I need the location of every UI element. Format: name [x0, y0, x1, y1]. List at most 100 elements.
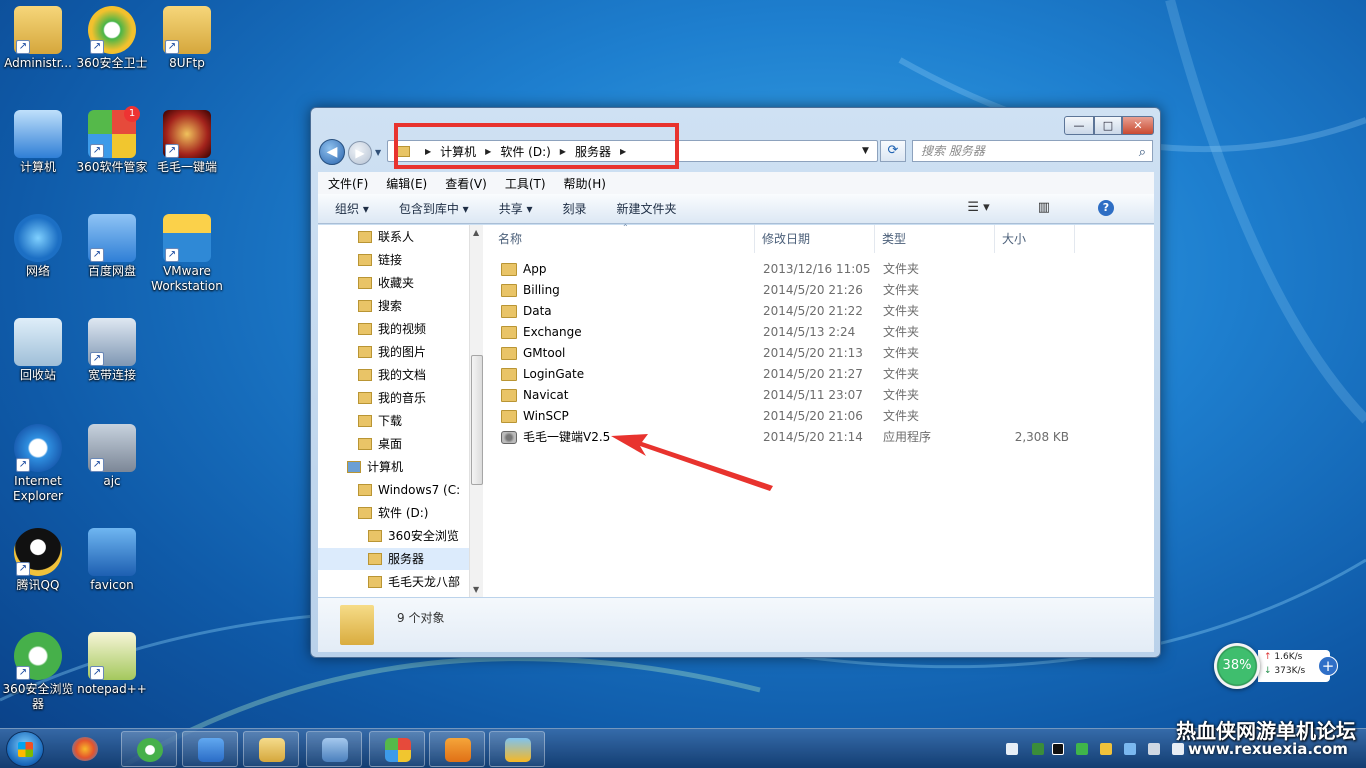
scroll-up-icon[interactable]: ▲: [473, 228, 479, 237]
nav-item-label: Windows7 (C:: [378, 483, 461, 497]
nav-item[interactable]: 收藏夹: [318, 272, 469, 294]
desktop-icon[interactable]: ↗ 360安全卫士: [74, 6, 150, 71]
shortcut-arrow-icon: ↗: [90, 352, 104, 366]
nav-item[interactable]: Windows7 (C:: [318, 479, 469, 501]
app-tray-icon[interactable]: [1052, 743, 1064, 755]
column-date-modified[interactable]: 修改日期: [755, 225, 875, 253]
desktop-icon[interactable]: 计算机: [0, 110, 76, 175]
scroll-down-icon[interactable]: ▼: [473, 585, 479, 594]
nav-item[interactable]: 360安全浏览: [318, 525, 469, 547]
desktop-icon[interactable]: ↗ Internet Explorer: [0, 424, 76, 504]
desktop-icon[interactable]: 网络: [0, 214, 76, 279]
nav-item[interactable]: 桌面: [318, 433, 469, 455]
file-type: 文件夹: [883, 388, 920, 402]
organize-button[interactable]: 组织 ▾: [335, 200, 369, 217]
taskbar-360-software-manager[interactable]: [369, 731, 425, 767]
desktop-icon[interactable]: ↗ 腾讯QQ: [0, 528, 76, 593]
nav-item[interactable]: 我的音乐: [318, 387, 469, 409]
taskbar-explorer[interactable]: [243, 731, 299, 767]
desktop-icon[interactable]: 回收站: [0, 318, 76, 383]
add-icon[interactable]: +: [1318, 656, 1338, 676]
navigation-scrollbar[interactable]: ▲ ▼: [469, 225, 483, 597]
file-row[interactable]: App 2013/12/16 11:05 文件夹: [498, 259, 1098, 280]
nav-item[interactable]: 我的图片: [318, 341, 469, 363]
nav-item[interactable]: 我的文档: [318, 364, 469, 386]
security-icon[interactable]: [1032, 743, 1044, 755]
share-button[interactable]: 共享 ▾: [499, 200, 533, 217]
nav-item[interactable]: 联系人: [318, 226, 469, 248]
nav-item[interactable]: 软件 (D:): [318, 502, 469, 524]
taskbar-360-browser[interactable]: [57, 731, 113, 767]
nav-item[interactable]: 服务器: [318, 548, 469, 570]
search-input[interactable]: 搜索 服务器 ⌕: [912, 140, 1153, 162]
desktop-icon[interactable]: ↗ 8UFtp: [149, 6, 225, 71]
360-browser-icon: ↗: [14, 632, 62, 680]
search-icon[interactable]: ⌕: [1139, 143, 1146, 163]
shortcut-arrow-icon: ↗: [165, 144, 179, 158]
network-speed-widget[interactable]: ↑ 1.6K/s ↓ 373K/s 38% +: [1214, 643, 1342, 689]
desktop-icon[interactable]: ↗ VMware Workstation: [149, 214, 225, 294]
minimize-button[interactable]: —: [1064, 116, 1094, 135]
preview-pane-icon[interactable]: ▥: [1038, 200, 1050, 216]
desktop-icon[interactable]: ↗ 360安全浏览器: [0, 632, 76, 712]
file-row[interactable]: WinSCP 2014/5/20 21:06 文件夹: [498, 406, 1098, 427]
menu-file[interactable]: 文件(F): [328, 175, 368, 192]
file-row[interactable]: Billing 2014/5/20 21:26 文件夹: [498, 280, 1098, 301]
nav-item[interactable]: 我的视频: [318, 318, 469, 340]
burn-button[interactable]: 刻录: [563, 200, 587, 217]
desktop-icon[interactable]: ↗ ajc: [74, 424, 150, 489]
close-button[interactable]: ✕: [1122, 116, 1154, 135]
file-row[interactable]: 毛毛一键端V2.5 2014/5/20 21:14 应用程序 2,308 KB: [498, 427, 1098, 448]
network-icon[interactable]: [1172, 743, 1184, 755]
taskbar-remote-app[interactable]: [306, 731, 362, 767]
include-in-library-button[interactable]: 包含到库中 ▾: [399, 200, 469, 217]
file-row[interactable]: Data 2014/5/20 21:22 文件夹: [498, 301, 1098, 322]
content-area: 联系人 链接 收藏夹 搜索 我的视频 我的图片 我的文档 我的音乐 下载 桌面 计算机 Windows…: [318, 223, 1154, 597]
nav-item[interactable]: 链接: [318, 249, 469, 271]
nav-item[interactable]: 计算机: [318, 456, 469, 478]
refresh-button[interactable]: ⟳: [880, 140, 906, 162]
tray-360-icon[interactable]: [1076, 743, 1088, 755]
menu-edit[interactable]: 编辑(E): [386, 175, 427, 192]
memory-usage-badge[interactable]: 38%: [1214, 643, 1260, 689]
desktop-icon[interactable]: ↗ 1 360软件管家: [74, 106, 150, 175]
taskbar-360-safe-browser[interactable]: [121, 731, 177, 767]
taskbar-baidu-netdisk[interactable]: [182, 731, 238, 767]
nav-item[interactable]: 下载: [318, 410, 469, 432]
tray-update-icon[interactable]: [1100, 743, 1112, 755]
file-row[interactable]: Navicat 2014/5/11 23:07 文件夹: [498, 385, 1098, 406]
new-folder-button[interactable]: 新建文件夹: [617, 200, 677, 217]
maximize-button[interactable]: □: [1094, 116, 1122, 135]
desktop-icon[interactable]: favicon: [74, 528, 150, 593]
view-options-icon[interactable]: ☰ ▾: [967, 200, 989, 216]
desktop-icon[interactable]: ↗ 毛毛一键端: [149, 110, 225, 175]
file-row[interactable]: LoginGate 2014/5/20 21:27 文件夹: [498, 364, 1098, 385]
tray-settings-icon[interactable]: [1148, 743, 1160, 755]
menu-view[interactable]: 查看(V): [445, 175, 487, 192]
address-dropdown-icon[interactable]: ▼: [862, 146, 869, 156]
desktop-icon[interactable]: ↗ Administr...: [0, 6, 76, 71]
menu-tools[interactable]: 工具(T): [505, 175, 546, 192]
file-row[interactable]: Exchange 2014/5/13 2:24 文件夹: [498, 322, 1098, 343]
desktop-icon-label: Internet Explorer: [13, 474, 63, 503]
scrollbar-thumb[interactable]: [471, 355, 483, 485]
forward-button[interactable]: ▶: [348, 141, 372, 165]
file-row[interactable]: GMtool 2014/5/20 21:13 文件夹: [498, 343, 1098, 364]
taskbar-vmware[interactable]: [489, 731, 545, 767]
recent-pages-dropdown[interactable]: ▼: [375, 148, 381, 157]
desktop-icon[interactable]: ↗ notepad++: [74, 632, 150, 697]
desktop-icon[interactable]: ↗ 百度网盘: [74, 214, 150, 279]
desktop-icon[interactable]: ↗ 宽带连接: [74, 318, 150, 383]
column-type[interactable]: 类型: [875, 225, 995, 253]
keyboard-icon[interactable]: [1006, 743, 1018, 755]
start-button[interactable]: [6, 731, 44, 767]
column-size[interactable]: 大小: [995, 225, 1075, 253]
back-button[interactable]: ◀: [319, 139, 345, 165]
desktop-icon-label: 8UFtp: [169, 56, 205, 70]
help-icon[interactable]: ?: [1098, 200, 1114, 216]
menu-help[interactable]: 帮助(H): [564, 175, 606, 192]
tray-cloud-icon[interactable]: [1124, 743, 1136, 755]
nav-item[interactable]: 毛毛天龙八部: [318, 571, 469, 593]
nav-item[interactable]: 搜索: [318, 295, 469, 317]
taskbar-media-player[interactable]: [429, 731, 485, 767]
